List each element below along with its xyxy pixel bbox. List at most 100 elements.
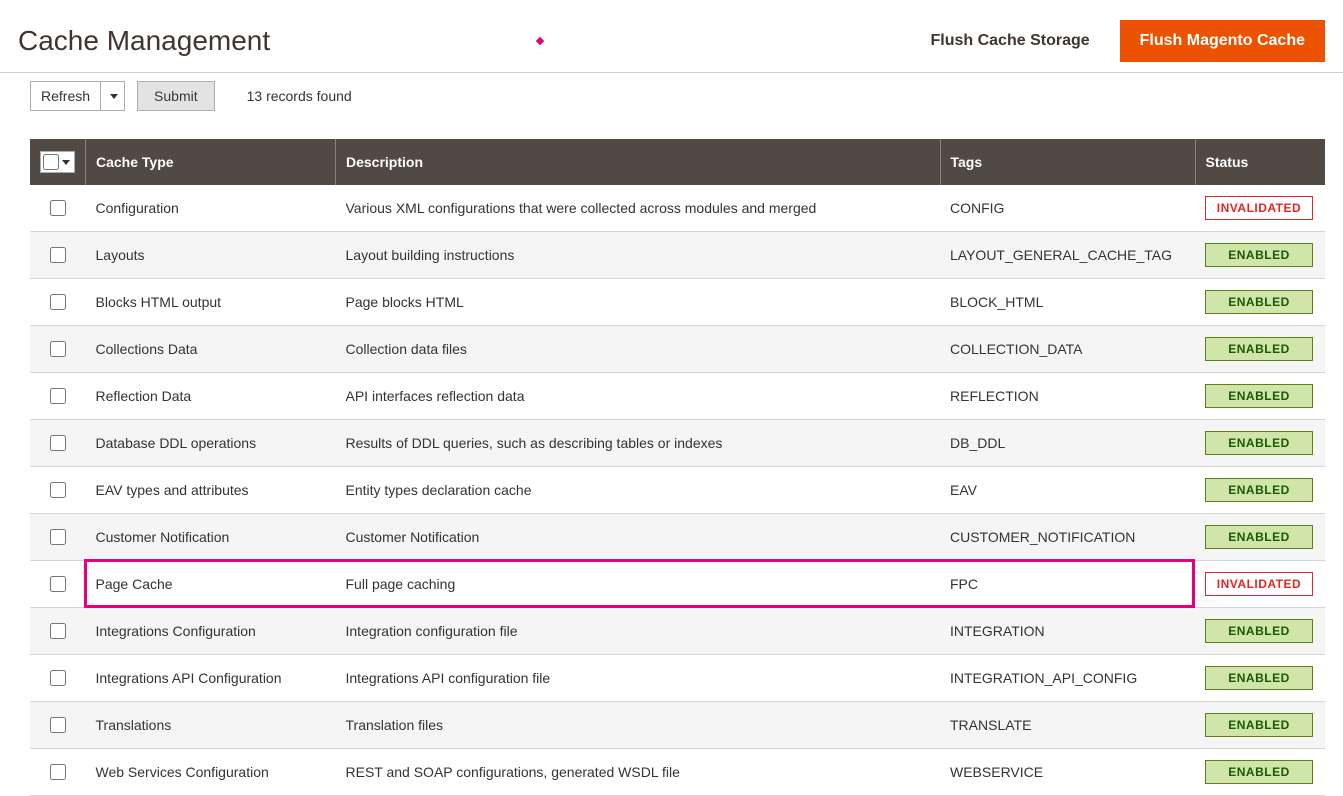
flush-magento-cache-button[interactable]: Flush Magento Cache xyxy=(1120,20,1325,62)
row-checkbox[interactable] xyxy=(50,341,66,357)
row-checkbox[interactable] xyxy=(50,623,66,639)
header-select-all xyxy=(30,139,86,185)
description-cell: Customer Notification xyxy=(336,514,941,561)
description-cell: Various XML configurations that were col… xyxy=(336,185,941,232)
description-cell: Collection data files xyxy=(336,326,941,373)
mass-action-select[interactable]: Refresh xyxy=(30,81,125,111)
tags-cell: CUSTOMER_NOTIFICATION xyxy=(940,514,1195,561)
row-checkbox[interactable] xyxy=(50,200,66,216)
row-checkbox[interactable] xyxy=(50,576,66,592)
row-checkbox[interactable] xyxy=(50,247,66,263)
table-row: Integrations ConfigurationIntegration co… xyxy=(30,608,1325,655)
cache-table: Cache Type Description Tags Status Confi… xyxy=(30,139,1325,796)
status-cell: ENABLED xyxy=(1195,514,1325,561)
tags-cell: INTEGRATION_API_CONFIG xyxy=(940,655,1195,702)
row-checkbox-cell xyxy=(30,749,86,796)
cache-type-cell: Page Cache xyxy=(86,561,336,608)
cache-type-cell: Configuration xyxy=(86,185,336,232)
status-cell: ENABLED xyxy=(1195,608,1325,655)
records-found-label: 13 records found xyxy=(247,88,352,104)
row-checkbox-cell xyxy=(30,373,86,420)
table-row: Integrations API ConfigurationIntegratio… xyxy=(30,655,1325,702)
row-checkbox-cell xyxy=(30,467,86,514)
tags-cell: EAV xyxy=(940,467,1195,514)
flush-cache-storage-button[interactable]: Flush Cache Storage xyxy=(930,32,1089,50)
status-badge: ENABLED xyxy=(1205,713,1313,737)
cache-type-cell: Blocks HTML output xyxy=(86,279,336,326)
description-cell: Results of DDL queries, such as describi… xyxy=(336,420,941,467)
select-all-control[interactable] xyxy=(40,151,75,173)
cache-type-cell: Customer Notification xyxy=(86,514,336,561)
status-badge: ENABLED xyxy=(1205,666,1313,690)
row-checkbox[interactable] xyxy=(50,482,66,498)
tags-cell: INTEGRATION xyxy=(940,608,1195,655)
row-checkbox-cell xyxy=(30,655,86,702)
cache-type-cell: Collections Data xyxy=(86,326,336,373)
tags-cell: TRANSLATE xyxy=(940,702,1195,749)
row-checkbox-cell xyxy=(30,232,86,279)
row-checkbox-cell xyxy=(30,702,86,749)
status-cell: ENABLED xyxy=(1195,749,1325,796)
description-cell: Page blocks HTML xyxy=(336,279,941,326)
table-row: Reflection DataAPI interfaces reflection… xyxy=(30,373,1325,420)
header-tags: Tags xyxy=(940,139,1195,185)
status-badge: ENABLED xyxy=(1205,525,1313,549)
header-cache-type: Cache Type xyxy=(86,139,336,185)
page-title: Cache Management xyxy=(18,25,270,57)
status-cell: ENABLED xyxy=(1195,326,1325,373)
row-checkbox-cell xyxy=(30,185,86,232)
status-cell: ENABLED xyxy=(1195,232,1325,279)
status-cell: INVALIDATED xyxy=(1195,185,1325,232)
header-description: Description xyxy=(336,139,941,185)
submit-button[interactable]: Submit xyxy=(137,81,215,111)
row-checkbox[interactable] xyxy=(50,764,66,780)
description-cell: Translation files xyxy=(336,702,941,749)
tags-cell: COLLECTION_DATA xyxy=(940,326,1195,373)
table-row: Customer NotificationCustomer Notificati… xyxy=(30,514,1325,561)
row-checkbox-cell xyxy=(30,608,86,655)
cache-type-cell: Database DDL operations xyxy=(86,420,336,467)
status-badge: ENABLED xyxy=(1205,760,1313,784)
status-cell: ENABLED xyxy=(1195,373,1325,420)
row-checkbox-cell xyxy=(30,420,86,467)
tags-cell: DB_DDL xyxy=(940,420,1195,467)
table-row: TranslationsTranslation filesTRANSLATEEN… xyxy=(30,702,1325,749)
status-cell: ENABLED xyxy=(1195,702,1325,749)
select-all-checkbox[interactable] xyxy=(43,154,59,170)
status-badge: ENABLED xyxy=(1205,384,1313,408)
row-checkbox[interactable] xyxy=(50,388,66,404)
mass-action-dropdown[interactable] xyxy=(100,82,124,110)
table-row: Web Services ConfigurationREST and SOAP … xyxy=(30,749,1325,796)
status-badge: ENABLED xyxy=(1205,619,1313,643)
description-cell: Full page caching xyxy=(336,561,941,608)
status-cell: INVALIDATED xyxy=(1195,561,1325,608)
description-cell: Layout building instructions xyxy=(336,232,941,279)
row-checkbox[interactable] xyxy=(50,435,66,451)
row-checkbox[interactable] xyxy=(50,717,66,733)
description-cell: Entity types declaration cache xyxy=(336,467,941,514)
status-badge: ENABLED xyxy=(1205,478,1313,502)
status-cell: ENABLED xyxy=(1195,279,1325,326)
cache-type-cell: Web Services Configuration xyxy=(86,749,336,796)
cache-type-cell: Reflection Data xyxy=(86,373,336,420)
row-checkbox[interactable] xyxy=(50,529,66,545)
row-checkbox[interactable] xyxy=(50,294,66,310)
row-checkbox-cell xyxy=(30,561,86,608)
tags-cell: WEBSERVICE xyxy=(940,749,1195,796)
cache-type-cell: Integrations API Configuration xyxy=(86,655,336,702)
row-checkbox-cell xyxy=(30,326,86,373)
row-checkbox-cell xyxy=(30,279,86,326)
row-checkbox[interactable] xyxy=(50,670,66,686)
cache-type-cell: Integrations Configuration xyxy=(86,608,336,655)
cache-type-cell: Layouts xyxy=(86,232,336,279)
description-cell: REST and SOAP configurations, generated … xyxy=(336,749,941,796)
table-row: LayoutsLayout building instructionsLAYOU… xyxy=(30,232,1325,279)
status-badge: INVALIDATED xyxy=(1205,572,1313,596)
table-header-row: Cache Type Description Tags Status xyxy=(30,139,1325,185)
table-row: Database DDL operationsResults of DDL qu… xyxy=(30,420,1325,467)
status-cell: ENABLED xyxy=(1195,420,1325,467)
chevron-down-icon xyxy=(62,160,70,165)
status-badge: ENABLED xyxy=(1205,290,1313,314)
header-status: Status xyxy=(1195,139,1325,185)
cache-type-cell: EAV types and attributes xyxy=(86,467,336,514)
